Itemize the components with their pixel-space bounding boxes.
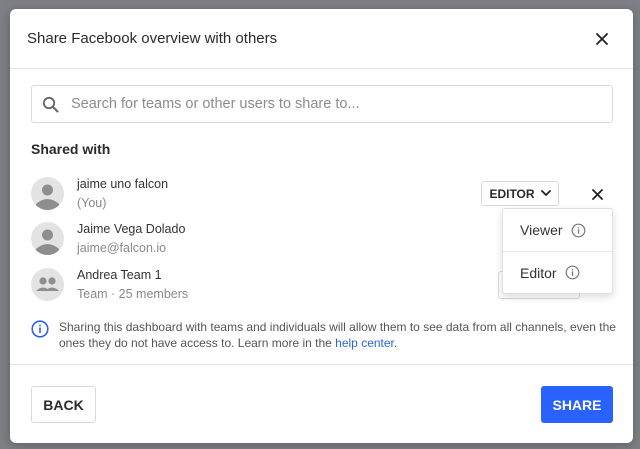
role-option-editor[interactable]: Editor: [503, 251, 612, 293]
role-option-label: Editor: [520, 264, 557, 281]
close-icon: [596, 32, 608, 45]
role-option-viewer[interactable]: Viewer: [503, 209, 612, 251]
info-text: Sharing this dashboard with teams and in…: [59, 319, 621, 351]
chevron-down-icon: [540, 190, 551, 196]
team-subtitle: Team · 25 members: [77, 287, 189, 301]
close-button[interactable]: [591, 28, 613, 50]
share-dialog: Share Facebook overview with others Shar…: [10, 9, 633, 443]
user-name: jaime uno falcon: [77, 177, 169, 191]
search-field[interactable]: [31, 85, 613, 123]
info-note: Sharing this dashboard with teams and in…: [31, 319, 621, 351]
back-button[interactable]: BACK: [31, 386, 96, 423]
user-email: jaime@falcon.io: [77, 241, 167, 255]
close-icon: [591, 188, 603, 200]
person-icon: [36, 229, 59, 255]
team-icon: [36, 277, 59, 291]
info-icon[interactable]: [565, 265, 580, 280]
team-name: Andrea Team 1: [77, 268, 162, 282]
shared-with-heading: Shared with: [31, 141, 111, 157]
search-input[interactable]: [71, 96, 591, 112]
user-name: Jaime Vega Dolado: [77, 222, 186, 236]
search-icon: [42, 96, 59, 112]
role-dropdown-menu: Viewer Editor: [502, 208, 613, 294]
user-subtitle: (You): [77, 196, 107, 210]
help-center-link[interactable]: help center: [335, 336, 394, 350]
info-suffix: .: [393, 336, 398, 350]
dialog-header: Share Facebook overview with others: [10, 9, 633, 69]
info-icon[interactable]: [571, 223, 586, 238]
footer-divider: [10, 364, 633, 365]
info-icon: [31, 320, 49, 338]
avatar: [31, 177, 64, 210]
remove-user-button[interactable]: [588, 185, 606, 203]
person-icon: [36, 184, 59, 210]
avatar: [31, 268, 64, 301]
role-option-label: Viewer: [520, 222, 563, 238]
role-select-button[interactable]: EDITOR: [481, 181, 559, 206]
role-select-label: EDITOR: [489, 186, 535, 201]
share-button[interactable]: SHARE: [541, 386, 613, 423]
dialog-title: Share Facebook overview with others: [27, 30, 278, 47]
avatar: [31, 222, 64, 255]
